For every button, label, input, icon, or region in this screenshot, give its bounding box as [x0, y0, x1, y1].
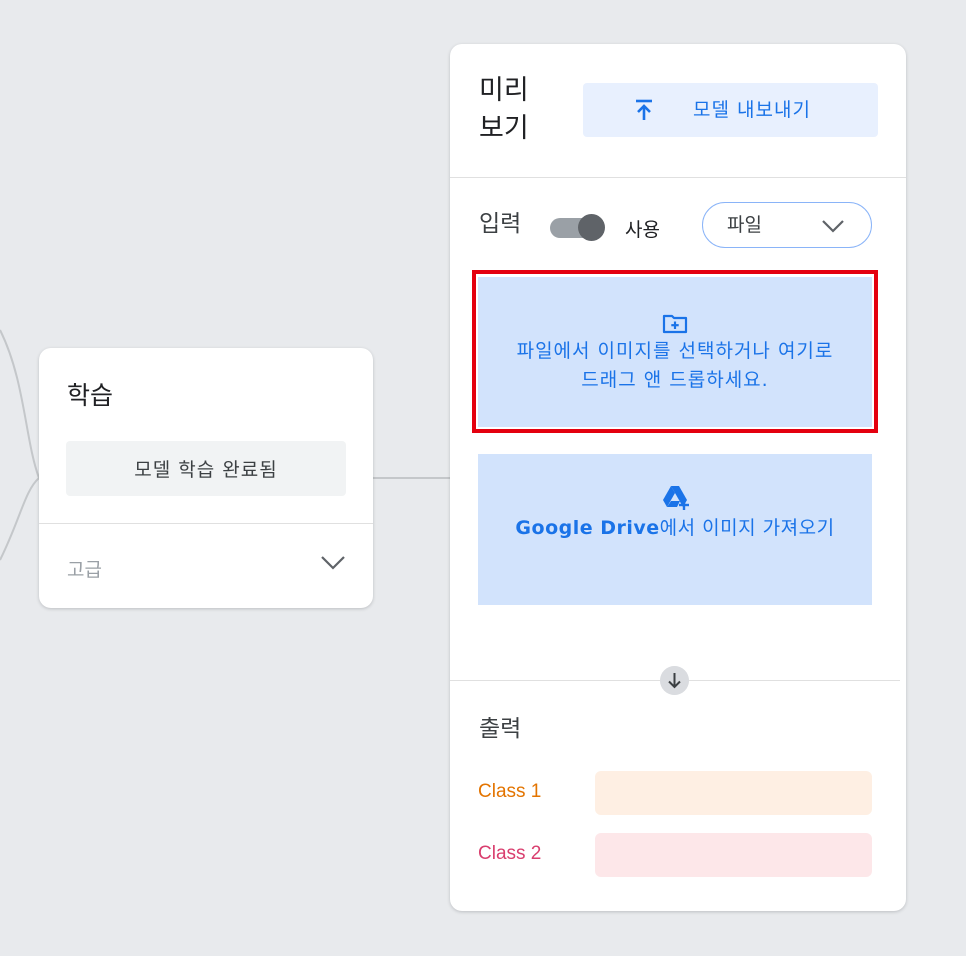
class-confidence-bar: [595, 771, 872, 815]
output-label: 출력: [479, 716, 522, 742]
class-confidence-bar: [595, 833, 872, 877]
input-label: 입력: [479, 211, 522, 237]
training-title: 학습: [67, 381, 114, 410]
google-drive-suffix: 에서 이미지 가져오기: [659, 517, 835, 539]
training-status-button[interactable]: 모델 학습 완료됨: [66, 441, 346, 496]
chevron-down-icon: [321, 556, 345, 570]
export-model-label: 모델 내보내기: [693, 99, 811, 121]
class-label: Class 1: [478, 781, 542, 802]
chevron-down-icon: [822, 220, 844, 233]
google-drive-import-button[interactable]: Google Drive에서 이미지 가져오기: [478, 454, 872, 605]
source-select-value: 파일: [727, 214, 762, 236]
arrow-down-icon: [660, 666, 689, 695]
input-toggle[interactable]: [550, 214, 605, 241]
divider: [450, 177, 906, 178]
toggle-knob: [578, 214, 605, 241]
class-label: Class 2: [478, 843, 542, 864]
training-card: 학습 모델 학습 완료됨 고급: [39, 348, 373, 608]
upload-icon: [636, 99, 652, 120]
input-source-select[interactable]: 파일: [702, 202, 872, 248]
preview-title: 미리 보기: [479, 75, 529, 144]
export-model-button[interactable]: 모델 내보내기: [583, 83, 878, 137]
google-drive-text: Google Drive에서 이미지 가져오기: [505, 514, 845, 543]
advanced-label: 고급: [67, 559, 102, 581]
preview-panel: 미리 보기 모델 내보내기 입력 사용 파일 파일에서 이미지를 선택하거나 여…: [450, 44, 906, 911]
advanced-toggle[interactable]: 고급: [39, 524, 373, 608]
toggle-label: 사용: [625, 219, 660, 241]
dropzone-highlight: [472, 270, 878, 433]
google-drive-brand: Google Drive: [515, 517, 660, 539]
google-drive-icon: [663, 486, 689, 510]
